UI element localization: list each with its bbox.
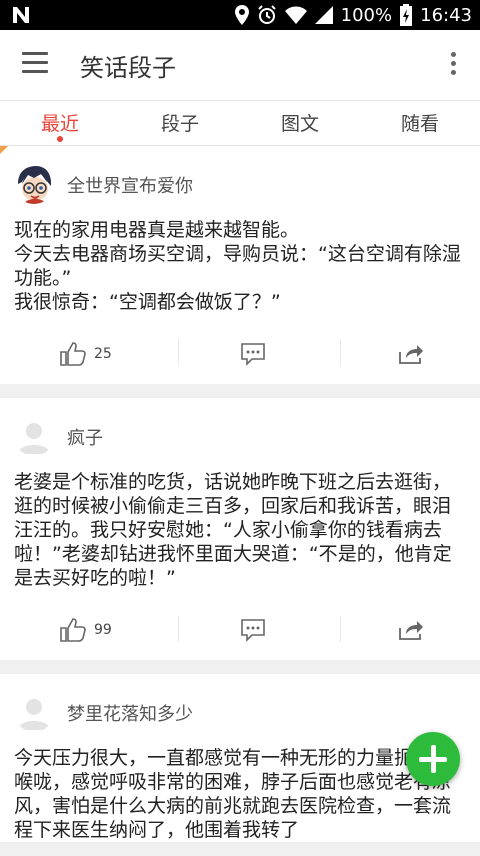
tab-label: 段子: [160, 113, 199, 135]
post-actions: 25: [0, 324, 480, 384]
thumbs-up-icon: [60, 618, 86, 642]
comment-button[interactable]: [240, 600, 266, 660]
like-button[interactable]: 25: [60, 324, 112, 384]
comment-button[interactable]: [240, 324, 266, 384]
username[interactable]: 疯子: [67, 424, 103, 450]
tab-random[interactable]: 随看: [360, 101, 480, 145]
divider: [340, 340, 341, 366]
default-avatar-icon: [14, 692, 54, 732]
notification-n-icon: [13, 7, 29, 23]
tab-bar: 最近 段子 图文 随看: [0, 100, 480, 146]
avatar[interactable]: [14, 164, 54, 204]
location-icon: [234, 5, 249, 25]
post-card: 疯子 老婆是个标准的吃货，话说她昨晚下班之后去逛街，逛的时候被小偷偷走三百多，回…: [0, 398, 480, 660]
post-header: 梦里花落知多少: [0, 674, 480, 746]
username[interactable]: 全世界宣布爱你: [67, 172, 193, 198]
post-card: 全世界宣布爱你 现在的家用电器真是越来越智能。 今天去电器商场买空调，导购员说：…: [0, 146, 480, 384]
post-header: 全世界宣布爱你: [0, 146, 480, 218]
post-text: 现在的家用电器真是越来越智能。 今天去电器商场买空调，导购员说：“这台空调有除湿…: [14, 219, 461, 313]
plus-icon-stroke: [431, 745, 436, 773]
like-button[interactable]: 99: [60, 600, 112, 660]
wifi-icon: [284, 6, 307, 24]
tab-pictures[interactable]: 图文: [240, 101, 360, 145]
tab-label: 随看: [400, 113, 439, 135]
divider: [178, 340, 179, 366]
post-header: 疯子: [0, 398, 480, 470]
tab-label: 图文: [280, 113, 319, 135]
comment-icon: [241, 343, 265, 366]
app-bar: 笑话段子: [0, 30, 480, 100]
post-actions: 99: [0, 600, 480, 660]
menu-icon[interactable]: [22, 52, 50, 78]
clock-time: 16:43: [420, 4, 472, 26]
more-options-icon[interactable]: [448, 52, 458, 80]
battery-percent: 100%: [340, 4, 393, 26]
thumbs-up-icon: [60, 342, 86, 366]
like-count: 25: [94, 346, 112, 362]
share-icon: [399, 621, 423, 640]
tab-jokes[interactable]: 段子: [120, 101, 240, 145]
username[interactable]: 梦里花落知多少: [67, 700, 193, 726]
default-avatar-icon: [14, 416, 54, 456]
tab-recent[interactable]: 最近: [0, 101, 120, 145]
post-text: 老婆是个标准的吃货，话说她昨晚下班之后去逛街，逛的时候被小偷偷走三百多，回家后和…: [14, 471, 452, 589]
active-tab-indicator: [57, 136, 63, 142]
share-button[interactable]: [398, 324, 424, 384]
cell-signal-icon: [314, 6, 333, 24]
avatar[interactable]: [14, 692, 54, 732]
status-bar: 100% 16:43: [0, 0, 480, 30]
cartoon-detective-avatar-icon: [14, 164, 54, 204]
alarm-icon: [257, 5, 276, 24]
divider: [178, 616, 179, 642]
app-title: 笑话段子: [80, 54, 176, 82]
battery-charging-icon: [400, 4, 413, 26]
divider: [340, 616, 341, 642]
share-icon: [399, 345, 423, 364]
avatar[interactable]: [14, 416, 54, 456]
add-post-button[interactable]: [406, 732, 460, 786]
like-count: 99: [94, 622, 112, 638]
comment-icon: [241, 619, 265, 642]
tab-label: 最近: [40, 113, 79, 135]
share-button[interactable]: [398, 600, 424, 660]
